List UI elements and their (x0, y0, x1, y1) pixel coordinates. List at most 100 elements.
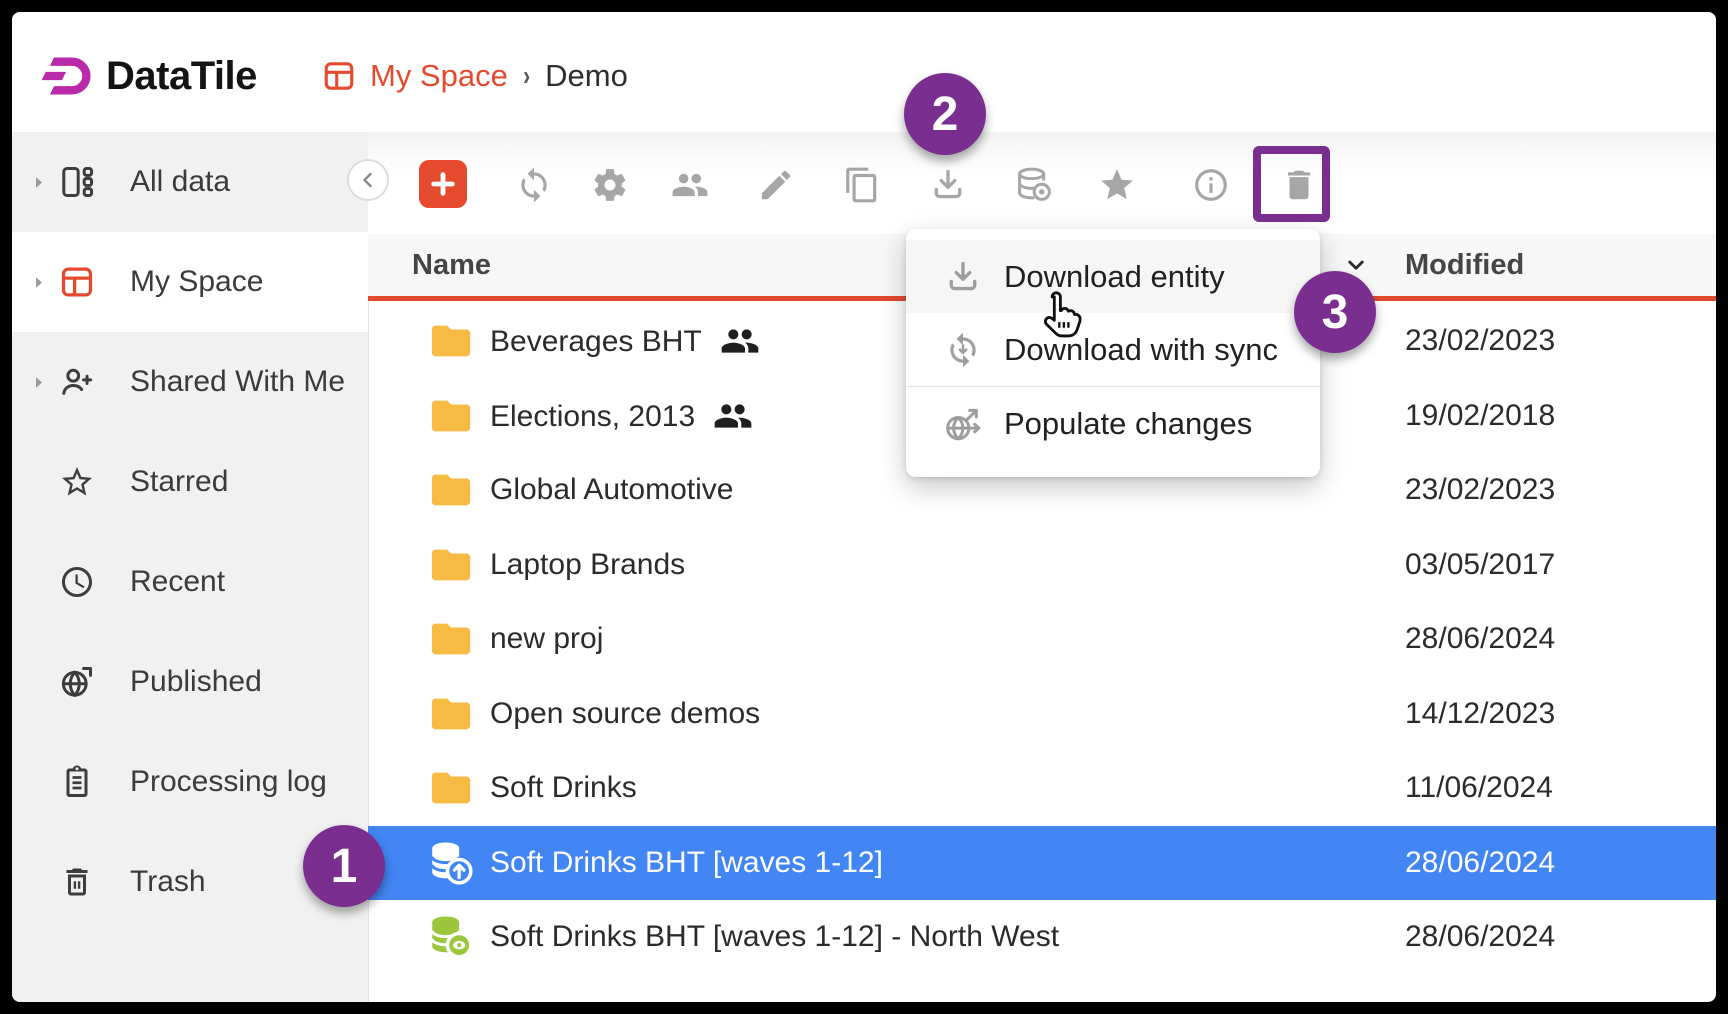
sidebar-item-processing-log[interactable]: Processing log (12, 732, 368, 832)
database-eye-icon (428, 914, 474, 960)
caret-right-icon[interactable] (30, 374, 47, 391)
sidebar-item-shared-with-me[interactable]: Shared With Me (12, 332, 368, 432)
globe-icon (59, 664, 95, 700)
app-logo[interactable]: DataTile (40, 48, 257, 104)
table-row[interactable]: Open source demos 14/12/2023 (368, 677, 1716, 752)
database-eye-icon (1015, 166, 1053, 204)
share-button[interactable] (670, 165, 710, 205)
sidebar-item-label: Trash (130, 865, 206, 899)
table-row[interactable]: Soft Drinks BHT [waves 1-12] - North Wes… (368, 900, 1716, 975)
table-row[interactable]: Laptop Brands 03/05/2017 (368, 528, 1716, 603)
info-button[interactable] (1191, 165, 1231, 205)
sync-icon (515, 166, 553, 204)
annotation-step-2: 2 (904, 73, 986, 155)
folder-icon (428, 542, 474, 588)
my-space-icon (322, 59, 356, 93)
clipboard-icon (59, 764, 95, 800)
caret-right-icon[interactable] (30, 174, 47, 191)
favorite-button[interactable] (1097, 165, 1137, 205)
download-context-menu: Download entity Download with sync Popul… (906, 229, 1320, 477)
row-modified-date: 28/06/2024 (1405, 622, 1555, 656)
row-name: Soft Drinks BHT [waves 1-12] - North Wes… (490, 920, 1059, 954)
edit-button[interactable] (756, 165, 796, 205)
add-button[interactable] (419, 160, 467, 208)
menu-item-download-entity[interactable]: Download entity (906, 240, 1320, 313)
sync-arrows-icon (944, 331, 982, 369)
download-icon (929, 166, 967, 204)
annotation-step-3: 3 (1294, 271, 1376, 353)
shared-people-icon (713, 396, 753, 436)
app-title: DataTile (106, 54, 257, 99)
clock-icon (59, 564, 95, 600)
row-modified-date: 23/02/2023 (1405, 473, 1555, 507)
sidebar-item-published[interactable]: Published (12, 632, 368, 732)
row-modified-date: 28/06/2024 (1405, 920, 1555, 954)
info-icon (1192, 166, 1230, 204)
sidebar-item-all-data[interactable]: All data (12, 132, 368, 232)
sidebar-item-recent[interactable]: Recent (12, 532, 368, 632)
menu-item-download-with-sync[interactable]: Download with sync (906, 313, 1320, 386)
row-name: Open source demos (490, 697, 760, 731)
row-name: Soft Drinks (490, 771, 637, 805)
row-modified-date: 19/02/2018 (1405, 399, 1555, 433)
breadcrumb-separator-icon: › (523, 60, 530, 92)
table-row-selected[interactable]: Soft Drinks BHT [waves 1-12] 28/06/2024 (368, 826, 1716, 901)
sidebar-item-my-space[interactable]: My Space (12, 232, 368, 332)
column-header-modified[interactable]: Modified (1405, 234, 1524, 296)
row-name: Global Automotive (490, 473, 733, 507)
folder-icon (428, 393, 474, 439)
menu-item-populate-changes[interactable]: Populate changes (906, 387, 1320, 460)
table-row[interactable]: Soft Drinks 11/06/2024 (368, 751, 1716, 826)
copy-icon (843, 166, 881, 204)
people-icon (671, 166, 709, 204)
breadcrumb: My Space › Demo (322, 48, 628, 104)
data-view-button[interactable] (1014, 165, 1054, 205)
row-name: Beverages BHT (490, 321, 760, 361)
annotation-step-1: 1 (303, 825, 385, 907)
refresh-button[interactable] (514, 165, 554, 205)
app-header: DataTile My Space › Demo (12, 12, 1716, 133)
row-name: new proj (490, 622, 603, 656)
folder-icon (428, 616, 474, 662)
folder-icon (428, 765, 474, 811)
sidebar-item-label: Recent (130, 565, 225, 599)
star-icon (59, 464, 95, 500)
download-button[interactable] (928, 165, 968, 205)
chevron-left-icon (356, 168, 380, 192)
collapse-sidebar-button[interactable] (347, 159, 389, 201)
breadcrumb-root[interactable]: My Space (370, 58, 508, 94)
toolbar (368, 132, 1716, 234)
sidebar-item-label: Starred (130, 465, 228, 499)
caret-right-icon[interactable] (30, 274, 47, 291)
my-space-icon (59, 264, 95, 300)
row-modified-date: 03/05/2017 (1405, 548, 1555, 582)
pencil-icon (757, 166, 795, 204)
row-name: Elections, 2013 (490, 396, 753, 436)
datatile-logo-icon (40, 52, 94, 100)
breadcrumb-current: Demo (545, 58, 628, 94)
screenshot-frame: DataTile My Space › Demo All data My Spa… (0, 0, 1728, 1014)
sidebar-item-starred[interactable]: Starred (12, 432, 368, 532)
gear-icon (591, 166, 629, 204)
star-filled-icon (1098, 166, 1136, 204)
sidebar-item-label: Processing log (130, 765, 327, 799)
annotation-highlight-box (1253, 146, 1330, 222)
shared-people-icon (720, 321, 760, 361)
table-row[interactable]: new proj 28/06/2024 (368, 602, 1716, 677)
all-data-icon (59, 164, 95, 200)
hand-cursor-icon (1032, 290, 1084, 342)
row-modified-date: 23/02/2023 (1405, 324, 1555, 358)
plus-icon (427, 168, 459, 200)
row-name: Soft Drinks BHT [waves 1-12] (490, 846, 883, 880)
globe-arrows-icon (944, 405, 982, 443)
database-upload-icon (428, 840, 474, 886)
settings-button[interactable] (590, 165, 630, 205)
column-header-name[interactable]: Name (412, 234, 491, 296)
duplicate-button[interactable] (842, 165, 882, 205)
row-name: Laptop Brands (490, 548, 685, 582)
trash-icon (59, 864, 95, 900)
app-window: DataTile My Space › Demo All data My Spa… (12, 12, 1716, 1002)
sidebar-item-label: Shared With Me (130, 365, 345, 399)
person-add-icon (59, 364, 95, 400)
download-icon (944, 258, 982, 296)
